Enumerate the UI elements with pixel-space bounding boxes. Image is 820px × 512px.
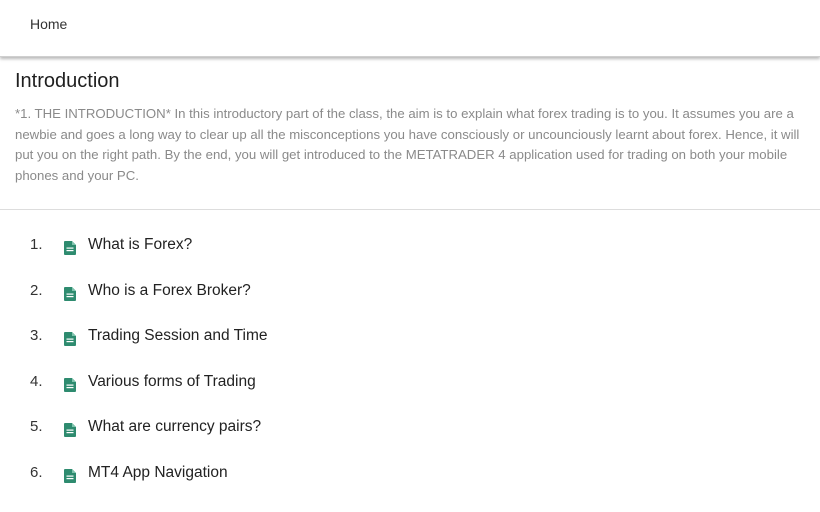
lesson-item[interactable]: 5. What are currency pairs?	[0, 406, 820, 452]
document-icon	[64, 286, 76, 301]
lesson-number: 5.	[30, 418, 43, 436]
lesson-item[interactable]: 6. MT4 App Navigation	[0, 452, 820, 498]
document-icon	[64, 423, 76, 438]
lesson-number: 1.	[30, 236, 43, 253]
document-icon	[64, 241, 76, 255]
lesson-number: 4.	[30, 372, 43, 390]
lesson-item[interactable]: 4. Various forms of Trading	[0, 361, 820, 407]
lesson-title[interactable]: Who is a Forex Broker?	[88, 282, 251, 300]
lesson-title[interactable]: MT4 App Navigation	[88, 464, 228, 482]
top-navigation-bar: Home	[0, 0, 820, 57]
lesson-number: 2.	[30, 281, 43, 299]
lesson-list: 1. What is Forex? 2. Who is a Forex Brok…	[0, 224, 820, 498]
lesson-title[interactable]: Trading Session and Time	[88, 327, 268, 345]
home-link[interactable]: Home	[30, 16, 67, 32]
lesson-number: 6.	[30, 463, 43, 481]
lesson-item[interactable]: 2. Who is a Forex Broker?	[0, 270, 820, 316]
lesson-title[interactable]: What are currency pairs?	[88, 418, 261, 436]
lesson-title[interactable]: Various forms of Trading	[88, 373, 256, 391]
section-title: Introduction	[15, 70, 120, 92]
section-description: *1. THE INTRODUCTION* In this introducto…	[15, 106, 800, 183]
lesson-title[interactable]: What is Forex?	[88, 236, 192, 254]
document-icon	[64, 468, 76, 483]
section-header: Introduction *1. THE INTRODUCTION* In th…	[0, 60, 820, 210]
lesson-item[interactable]: 3. Trading Session and Time	[0, 315, 820, 361]
lesson-number: 3.	[30, 327, 43, 345]
lesson-item[interactable]: 1. What is Forex?	[0, 224, 820, 270]
document-icon	[64, 332, 76, 347]
document-icon	[64, 377, 76, 392]
